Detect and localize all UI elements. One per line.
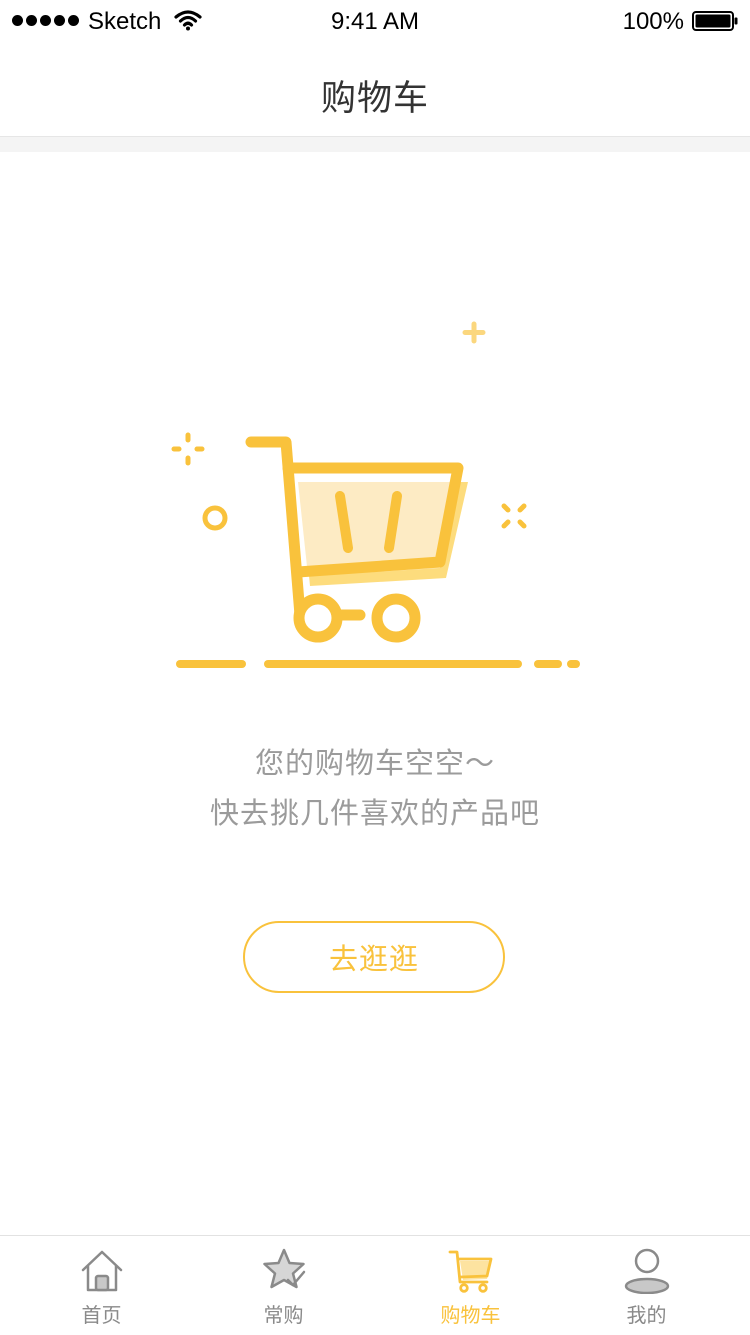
home-icon [81,1250,122,1292]
page-title: 购物车 [320,79,429,119]
battery-icon [692,11,738,31]
tab-home[interactable]: 首页 [8,1236,195,1335]
tab-profile[interactable]: 我的 [553,1236,740,1335]
tab-cart-label: 购物车 [440,1303,501,1327]
battery-percentage: 100% [622,8,684,35]
tab-frequent-label: 常购 [263,1303,304,1327]
sparkle-cross-icon [171,432,205,466]
cart-wheel-left [293,593,343,643]
cart-icon [448,1250,492,1293]
status-bar: Sketch 9:41 AM 100% [0,0,750,46]
tab-frequent[interactable]: 常购 [190,1236,377,1335]
go-shopping-button[interactable]: 去逛逛 [243,921,505,993]
tab-home-label: 首页 [81,1303,122,1327]
tab-bar: 首页 常购 购物车 我的 [0,1235,750,1335]
cart-wheel-right [371,593,421,643]
section-divider [0,137,750,152]
tab-cart[interactable]: 购物车 [377,1236,564,1335]
empty-cart-illustration [171,321,580,668]
star-icon [262,1248,305,1289]
tab-profile-label: 我的 [626,1303,667,1327]
profile-icon [624,1248,669,1294]
empty-cart-message: 您的购物车空空～ [254,746,495,780]
empty-cart-hint: 快去挑几件喜欢的产品吧 [209,796,540,830]
navigation-bar: 购物车 [0,46,750,137]
sparkle-plus-icon [462,321,486,344]
ring-decoration-icon [202,505,228,531]
sparkle-diagonal-icon [501,503,527,529]
